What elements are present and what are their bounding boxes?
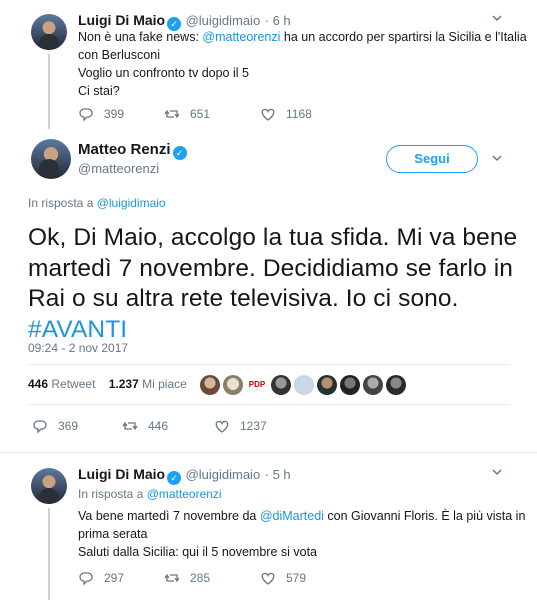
chevron-down-icon[interactable] (491, 152, 503, 164)
retweet-button[interactable]: 446 (122, 418, 188, 434)
retweet-icon (164, 573, 180, 583)
reply-button[interactable]: 297 (78, 570, 138, 586)
avatar[interactable] (31, 14, 67, 50)
like-count: 579 (286, 571, 307, 585)
text-segment: Va bene martedì 7 novembre da (78, 509, 260, 523)
tweet-header: Luigi Di Maio ✓ @luigidimaio · 5 h (78, 466, 291, 485)
text-line: Voglio un confronto tv dopo il 5 (78, 66, 249, 80)
retweet-stat[interactable]: 446 Retweet (28, 377, 95, 391)
author-name[interactable]: Luigi Di Maio (78, 12, 165, 28)
verified-icon: ✓ (172, 146, 187, 160)
tweet-body: Va bene martedì 7 novembre da @diMartedi… (78, 507, 528, 561)
tweet-time[interactable]: · 5 h (265, 467, 291, 482)
text-line: martedì 7 novembre. Decididiamo se farlo… (28, 254, 513, 282)
tweet-body: Non è una fake news: @matteorenzi ha un … (78, 28, 528, 100)
author-name[interactable]: Luigi Di Maio (78, 466, 165, 482)
heart-icon (215, 420, 229, 433)
divider (0, 452, 537, 453)
liker-avatar[interactable] (363, 375, 383, 395)
text-line: Rai o su altra rete televisiva. Io ci so… (28, 285, 459, 312)
verified-icon: ✓ (167, 471, 182, 485)
like-stat[interactable]: 1.237 Mi piace (109, 377, 187, 391)
liker-avatar[interactable] (294, 375, 314, 395)
avatar[interactable] (31, 139, 71, 179)
divider (28, 364, 510, 365)
liker-avatar[interactable] (223, 375, 243, 395)
author-name[interactable]: Matteo Renzi (78, 141, 171, 158)
liker-avatar[interactable] (386, 375, 406, 395)
text-segment: ha un accordo per spartirsi la Sicilia e… (280, 30, 527, 44)
liker-avatar[interactable] (271, 375, 291, 395)
text-line: prima serata (78, 527, 148, 541)
retweet-count: 446 (148, 419, 169, 433)
retweet-stat-label: Retweet (51, 377, 96, 391)
reply-button[interactable]: 369 (32, 418, 96, 434)
tweet-time[interactable]: · 6 h (265, 13, 291, 28)
retweet-count: 651 (190, 107, 211, 121)
tweet-actions: 297 285 579 (78, 570, 332, 586)
reply-context: In risposta a @matteorenzi (78, 487, 222, 501)
tweet-header: Matteo Renzi ✓ (78, 141, 187, 160)
author-handle[interactable]: @luigidimaio (186, 467, 261, 482)
reply-icon (79, 572, 93, 586)
retweet-icon (164, 109, 180, 119)
mention-link[interactable]: @diMartedi (260, 509, 324, 523)
text-line: Ci stai? (78, 84, 120, 98)
text-line: Ok, Di Maio, accolgo la tua sfida. Mi va… (28, 224, 518, 251)
reply-count: 369 (58, 419, 79, 433)
text-line: con Berlusconi (78, 48, 160, 62)
like-button[interactable]: 1168 (260, 106, 312, 122)
reply-prefix: In risposta a (28, 196, 97, 210)
avatar[interactable] (31, 468, 67, 504)
tweet-actions: 369 446 1237 (32, 418, 293, 434)
retweet-icon (122, 421, 138, 431)
reply-count: 297 (104, 571, 125, 585)
reply-icon (33, 420, 47, 434)
mention-link[interactable]: @matteorenzi (202, 30, 280, 44)
thread-line (48, 508, 50, 600)
reply-button[interactable]: 399 (78, 106, 138, 122)
like-button[interactable]: 1237 (214, 418, 267, 434)
like-count: 1168 (286, 107, 312, 121)
tweet-actions: 399 651 1168 (78, 106, 338, 122)
text-segment: Non è una fake news: (78, 30, 203, 44)
chevron-down-icon[interactable] (491, 466, 503, 478)
tweet-stats: 446 Retweet 1.237 Mi piace (28, 377, 187, 391)
follow-button[interactable]: Segui (386, 145, 478, 173)
reply-to-link[interactable]: @matteorenzi (147, 487, 222, 501)
text-segment: con Giovanni Floris. È la più vista in (323, 509, 526, 523)
retweet-stat-count: 446 (28, 377, 49, 391)
liker-avatar[interactable] (317, 375, 337, 395)
like-stat-count: 1.237 (108, 377, 139, 391)
heart-icon (261, 108, 275, 121)
thread-line (48, 54, 50, 129)
retweet-button[interactable]: 285 (164, 570, 234, 586)
reply-to-link[interactable]: @luigidimaio (97, 196, 166, 210)
chevron-down-icon[interactable] (491, 12, 503, 24)
like-stat-label: Mi piace (142, 377, 187, 391)
divider (28, 404, 510, 405)
liker-avatar[interactable] (340, 375, 360, 395)
author-handle[interactable]: @luigidimaio (186, 13, 261, 28)
tweet-body: Ok, Di Maio, accolgo la tua sfida. Mi va… (28, 223, 518, 345)
author-handle[interactable]: @matteorenzi (78, 161, 159, 176)
likers-avatars: PDP (200, 375, 409, 395)
reply-prefix: In risposta a (78, 487, 147, 501)
heart-icon (261, 572, 275, 585)
reply-count: 399 (104, 107, 125, 121)
tweet-timestamp[interactable]: 09:24 - 2 nov 2017 (28, 341, 128, 355)
retweet-button[interactable]: 651 (164, 106, 234, 122)
text-line: Saluti dalla Sicilia: qui il 5 novembre … (78, 545, 318, 559)
reply-icon (79, 108, 93, 122)
like-button[interactable]: 579 (260, 570, 306, 586)
like-count: 1237 (240, 419, 267, 433)
retweet-count: 285 (190, 571, 211, 585)
liker-avatar[interactable] (200, 375, 220, 395)
reply-context: In risposta a @luigidimaio (28, 196, 166, 210)
liker-avatar[interactable]: PDP (246, 375, 268, 395)
